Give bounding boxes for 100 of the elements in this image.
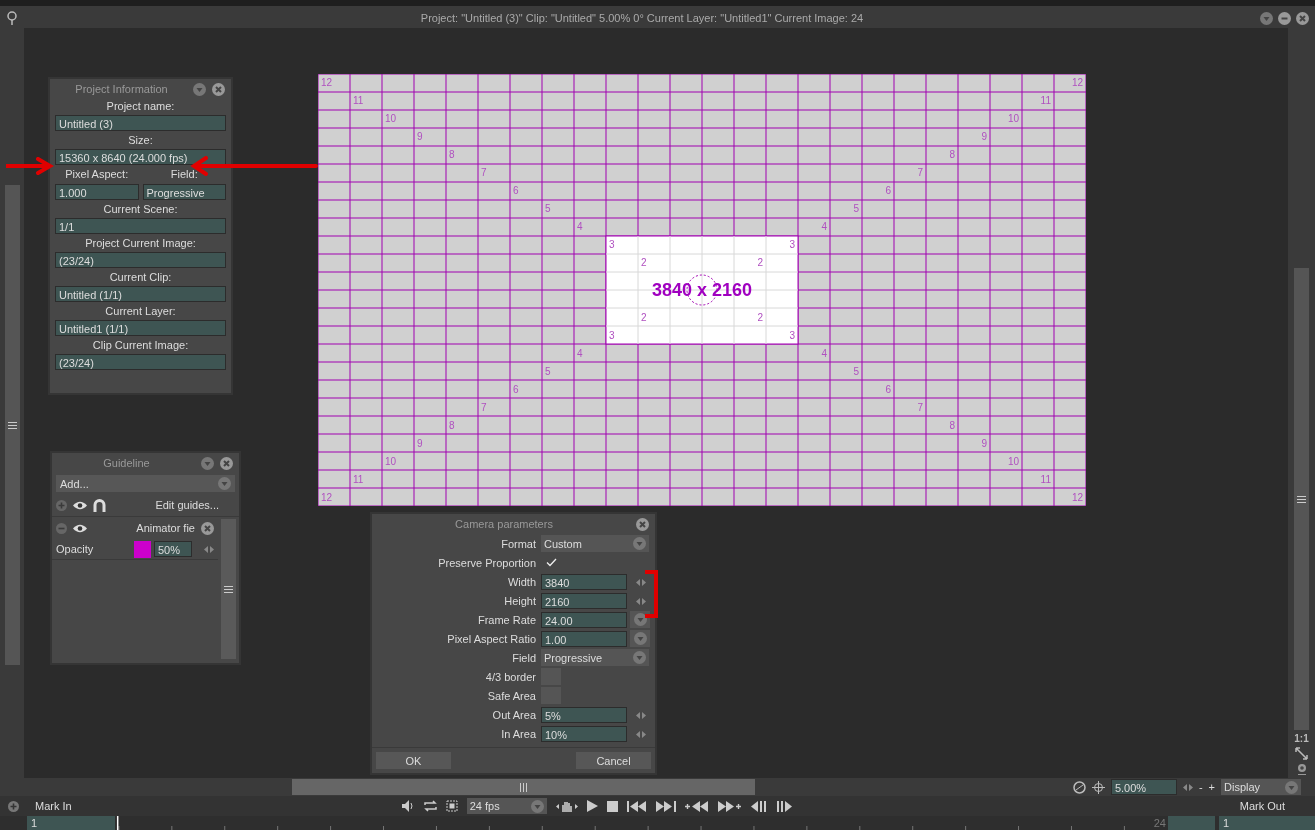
parameter-field[interactable]: 1.00 (541, 630, 627, 647)
info-field[interactable]: 15360 x 8640 (24.000 fps) (55, 149, 226, 165)
spin-arrows-icon[interactable] (636, 711, 646, 719)
info-field[interactable]: (23/24) (55, 354, 226, 370)
grid-number: 2 (641, 257, 647, 268)
start-frame-field[interactable]: 1 (27, 816, 115, 830)
grid-number: 12 (321, 77, 333, 88)
field-label: Project Current Image: (84, 236, 197, 250)
caret-icon[interactable] (530, 799, 544, 813)
grid-number: 7 (917, 167, 923, 178)
parameter-label: Height (503, 594, 537, 607)
menu-caret-icon[interactable] (193, 82, 206, 96)
caret-icon[interactable] (1285, 780, 1298, 794)
parameter-field[interactable]: 2160 (541, 592, 627, 609)
zoom-field[interactable]: 5.00% (1110, 779, 1177, 795)
next-frame-icon[interactable] (775, 800, 792, 812)
frame-select-icon[interactable] (445, 800, 458, 812)
end-frame-field[interactable]: 1 (1219, 816, 1315, 830)
zoom-out-button[interactable]: - (1198, 781, 1203, 793)
add-icon[interactable] (8, 800, 19, 812)
parameter-dropdown[interactable]: Custom (541, 535, 649, 552)
parameter-field[interactable]: 3840 (541, 573, 627, 590)
display-dropdown[interactable]: Display (1221, 779, 1301, 795)
edit-guides-button[interactable]: Edit guides... (155, 499, 219, 511)
scrollbar[interactable] (221, 519, 236, 659)
info-field[interactable]: Untitled1 (1/1) (55, 320, 226, 336)
caret-icon[interactable] (218, 477, 231, 490)
close-icon[interactable] (220, 456, 233, 470)
first-frame-icon[interactable] (626, 800, 647, 812)
pin-icon[interactable] (7, 11, 17, 25)
info-field[interactable]: 1.000 (55, 184, 139, 200)
dialog-button[interactable]: Cancel (576, 752, 651, 769)
side-panel-handle[interactable] (1294, 268, 1309, 730)
info-field[interactable]: Untitled (3) (55, 115, 226, 131)
add-icon[interactable] (56, 499, 67, 511)
previous-keyframe-icon[interactable] (684, 800, 709, 812)
rotate-view-icon[interactable] (1072, 780, 1086, 794)
info-field[interactable]: Progressive (142, 184, 226, 200)
grip-icon (224, 585, 233, 593)
spin-arrows-icon[interactable] (204, 545, 214, 553)
parameter-field[interactable]: 24.00 (541, 611, 627, 628)
panel-title: Guideline (102, 457, 151, 469)
opacity-label: Opacity (56, 543, 95, 555)
fps-dropdown[interactable]: 24 fps (466, 798, 547, 814)
mark-in-button[interactable]: Mark In (35, 800, 72, 812)
spin-arrows-icon[interactable] (636, 578, 646, 586)
close-icon[interactable] (1296, 11, 1309, 25)
parameter-field[interactable]: 10% (541, 725, 627, 742)
info-field[interactable]: 1/1 (55, 218, 226, 234)
grid-number: 3 (789, 239, 795, 250)
actual-size-button[interactable]: 1:1 (1294, 733, 1309, 744)
guide-color-swatch[interactable] (134, 540, 151, 558)
parameter-field[interactable]: 5% (541, 706, 627, 723)
previous-frame-icon[interactable] (750, 800, 767, 812)
resolution-label: 3840 x 2160 (651, 280, 753, 300)
info-field[interactable]: Untitled (1/1) (55, 286, 226, 302)
close-icon[interactable] (636, 517, 649, 531)
grid-number: 9 (417, 438, 423, 449)
mark-out-button[interactable]: Mark Out (1239, 800, 1285, 812)
grid-number: 8 (449, 420, 455, 431)
parameter-label: Width (506, 575, 537, 588)
spin-arrows-icon[interactable] (1182, 783, 1193, 791)
zoom-in-button[interactable]: + (1208, 781, 1215, 793)
menu-caret-icon[interactable] (1260, 11, 1273, 25)
grid-number: 7 (481, 167, 487, 178)
speaker-icon[interactable] (401, 800, 415, 812)
last-frame-icon[interactable] (655, 800, 676, 812)
grid-number: 11 (1040, 95, 1051, 106)
caret-icon[interactable] (633, 651, 646, 664)
close-icon[interactable] (212, 82, 225, 96)
fit-diagonal-arrows-icon[interactable] (1295, 747, 1308, 760)
horizontal-scrollbar[interactable] (292, 779, 755, 795)
camera-icon[interactable] (1295, 763, 1308, 775)
grid-number: 7 (917, 402, 923, 413)
eye-icon[interactable] (73, 523, 87, 533)
opacity-field[interactable]: 50% (154, 541, 192, 557)
minimize-icon[interactable] (1278, 11, 1291, 25)
stop-icon[interactable] (606, 800, 618, 812)
close-icon[interactable] (201, 521, 214, 535)
info-field[interactable]: (23/24) (55, 252, 226, 268)
grid-number: 9 (981, 131, 987, 142)
caret-icon[interactable] (633, 537, 646, 550)
spin-arrows-icon[interactable] (636, 597, 646, 605)
grid-number: 10 (1007, 456, 1019, 467)
crosshair-icon[interactable] (1091, 780, 1105, 794)
loop-icon[interactable] (423, 800, 437, 812)
grid-number: 9 (417, 131, 423, 142)
magnet-icon[interactable] (93, 498, 106, 512)
spin-arrows-icon[interactable] (636, 730, 646, 738)
menu-caret-icon[interactable] (201, 456, 214, 470)
remove-icon[interactable] (56, 522, 67, 534)
play-icon[interactable] (586, 800, 598, 812)
next-keyframe-icon[interactable] (717, 800, 742, 812)
parameter-dropdown[interactable]: Progressive (541, 649, 649, 666)
dialog-title: Camera parameters (454, 518, 554, 530)
dialog-button[interactable]: OK (376, 752, 451, 769)
grid-number: 10 (385, 113, 397, 124)
add-dropdown[interactable]: Add... (56, 475, 235, 492)
side-panel-handle[interactable] (4, 185, 20, 665)
eye-icon[interactable] (73, 500, 87, 510)
